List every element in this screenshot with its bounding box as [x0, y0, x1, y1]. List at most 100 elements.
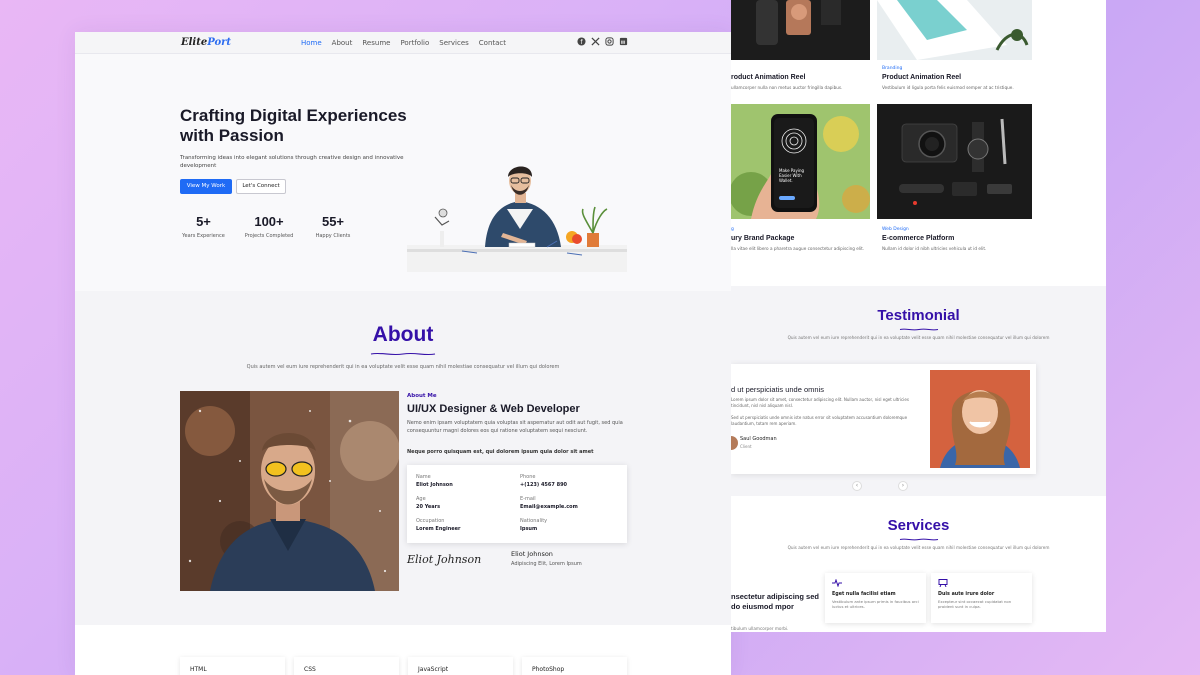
title-underline — [899, 538, 939, 541]
prev-button[interactable]: ‹ — [852, 481, 862, 491]
phone-screen-text: Make Paying Easier With Wallet. — [779, 168, 805, 183]
testimonial-description: Quis autem vel eum iure reprehenderit qu… — [787, 335, 1050, 340]
portfolio-description: ullamcorper nulla non metus auctor fring… — [731, 85, 843, 90]
portfolio-title[interactable]: ury Brand Package — [731, 235, 794, 242]
portrait-photo — [180, 391, 399, 591]
nav-link-services[interactable]: Services — [439, 39, 469, 47]
stat-projects-label: Projects Completed — [244, 233, 294, 239]
services-heading: nsectetur adipiscing sed do eiusmod mpor — [731, 592, 819, 611]
about-role: UI/UX Designer & Web Developer — [407, 403, 580, 415]
portfolio-image[interactable]: Make Paying Easier With Wallet. — [731, 104, 870, 219]
service-card[interactable]: Eget nulla facilisi etiam Vestibulum ant… — [825, 573, 926, 623]
info-occupation: Occupation Lorem Engineer — [416, 518, 461, 532]
about-kicker: About Me — [407, 393, 437, 399]
skill-card-html: HTML — [180, 657, 285, 675]
portfolio-image[interactable] — [731, 0, 870, 60]
testimonial-photo — [930, 370, 1030, 468]
about-description: Quis autem vel eum iure reprehenderit qu… — [246, 364, 560, 370]
signature-address: Adipiscing Elit, Lorem Ipsum — [511, 561, 582, 567]
stat-clients-value: 55+ — [321, 214, 345, 229]
instagram-icon[interactable] — [605, 37, 614, 46]
skill-card-css: CSS — [294, 657, 399, 675]
logo-part-b: Port — [207, 37, 232, 48]
service-title: Duis aute irure dolor — [938, 592, 995, 597]
easel-icon — [938, 579, 1025, 589]
logo-part-a: Elite — [181, 37, 208, 48]
info-key: Phone — [520, 474, 536, 480]
services-title: Services — [887, 517, 950, 534]
testimonial-name: Saul Goodman — [740, 436, 777, 442]
stat-projects: 100+ Projects Completed — [241, 214, 297, 239]
portfolio-title[interactable]: E-commerce Platform — [882, 235, 954, 242]
info-value: Email@example.com — [520, 504, 578, 510]
service-card[interactable]: Duis aute irure dolor Excepteur sint occ… — [931, 573, 1032, 623]
info-key: Occupation — [416, 518, 445, 524]
info-value: Lorem Engineer — [416, 526, 461, 532]
testimonial-paragraph: Lorem ipsum dolor sit amet, consectetur … — [731, 397, 909, 408]
x-icon[interactable] — [591, 37, 600, 46]
services-description: Quis autem vel eum iure reprehenderit qu… — [787, 545, 1050, 550]
portfolio-image[interactable] — [877, 0, 1032, 60]
info-value: Eliot Johnson — [416, 482, 453, 488]
info-key: E-mail — [520, 496, 536, 502]
testimonial-role: Client — [740, 444, 752, 449]
about-section: About Quis autem vel eum iure reprehende… — [75, 291, 731, 625]
signature: Eliot Johnson — [407, 553, 482, 566]
portfolio-title[interactable]: Product Animation Reel — [882, 74, 961, 81]
activity-icon — [832, 578, 919, 589]
skill-card-photoshop: PhotoShop — [522, 657, 627, 675]
nav-link-contact[interactable]: Contact — [479, 39, 506, 47]
testimonial-paragraph: Sed ut perspiciatis unde omnis iste natu… — [731, 415, 908, 426]
info-email: E-mail Email@example.com — [520, 496, 578, 510]
stat-years: 5+ Years Experience — [180, 214, 227, 239]
hero-subtitle: Transforming ideas into elegant solution… — [180, 155, 404, 169]
info-value: +(123) 4567 890 — [520, 482, 568, 488]
info-phone: Phone +(123) 4567 890 — [520, 474, 567, 488]
stat-years-value: 5+ — [196, 214, 211, 229]
info-key: Name — [416, 474, 431, 480]
portfolio-category: g — [731, 227, 734, 232]
title-underline — [370, 352, 436, 356]
nav-link-portfolio[interactable]: Portfolio — [400, 39, 429, 47]
navbar: ElitePort Home About Resume Portfolio Se… — [75, 32, 731, 54]
next-button[interactable]: › — [898, 481, 908, 491]
right-page: roduct Animation Reel ullamcorper nulla … — [731, 0, 1106, 632]
info-age: Age 20 Years — [416, 496, 440, 510]
portfolio-description: lla vitae elit libero a pharetra augue c… — [731, 246, 865, 251]
social-icons: f — [577, 37, 628, 46]
nav-link-home[interactable]: Home — [301, 39, 322, 47]
stat-years-label: Years Experience — [182, 233, 225, 239]
portfolio-description: Vestibulum id ligula porta felis euismod… — [882, 85, 1014, 90]
info-value: 20 Years — [416, 504, 441, 510]
nav-link-resume[interactable]: Resume — [362, 39, 390, 47]
stat-clients-label: Happy Clients — [315, 233, 351, 239]
portfolio-image[interactable] — [877, 104, 1032, 219]
hero-illustration — [407, 149, 627, 272]
about-highlight: Neque porro quisquam est, qui dolorem ip… — [407, 449, 594, 455]
avatar — [731, 436, 738, 450]
hero-title: Crafting Digital Experiences with Passio… — [180, 106, 407, 145]
about-paragraph: Nemo enim ipsam voluptatem quia voluptas… — [407, 420, 623, 434]
info-key: Age — [416, 496, 426, 502]
services-subtext: tibulum ullamcorper morbi. — [731, 626, 789, 631]
portfolio-title[interactable]: roduct Animation Reel — [731, 74, 805, 81]
stat-clients: 55+ Happy Clients — [311, 214, 355, 239]
logo[interactable]: ElitePort — [181, 37, 231, 48]
connect-button[interactable]: Let's Connect — [236, 179, 286, 194]
portfolio-category: Web Design — [882, 227, 909, 232]
stat-projects-value: 100+ — [254, 214, 284, 229]
info-nationality: Nationality Ipsum — [520, 518, 547, 532]
facebook-icon[interactable]: f — [577, 37, 586, 46]
portfolio-description: Nullam id dolor id nibh ultricies vehicu… — [882, 246, 987, 251]
view-work-button[interactable]: View My Work — [180, 179, 232, 194]
service-description: Excepteur sint occaecat cupidatat non pr… — [938, 599, 1012, 609]
info-value: Ipsum — [520, 526, 538, 532]
nav-link-about[interactable]: About — [332, 39, 353, 47]
hero-section: Crafting Digital Experiences with Passio… — [75, 54, 731, 291]
testimonial-section: Testimonial Quis autem vel eum iure repr… — [731, 286, 1106, 496]
testimonial-heading: d ut perspiciatis unde omnis — [731, 385, 824, 394]
nav-links: Home About Resume Portfolio Services Con… — [301, 39, 506, 47]
portfolio-category: Branding — [882, 66, 903, 71]
testimonial-title: Testimonial — [877, 307, 960, 324]
linkedin-icon[interactable] — [619, 37, 628, 46]
